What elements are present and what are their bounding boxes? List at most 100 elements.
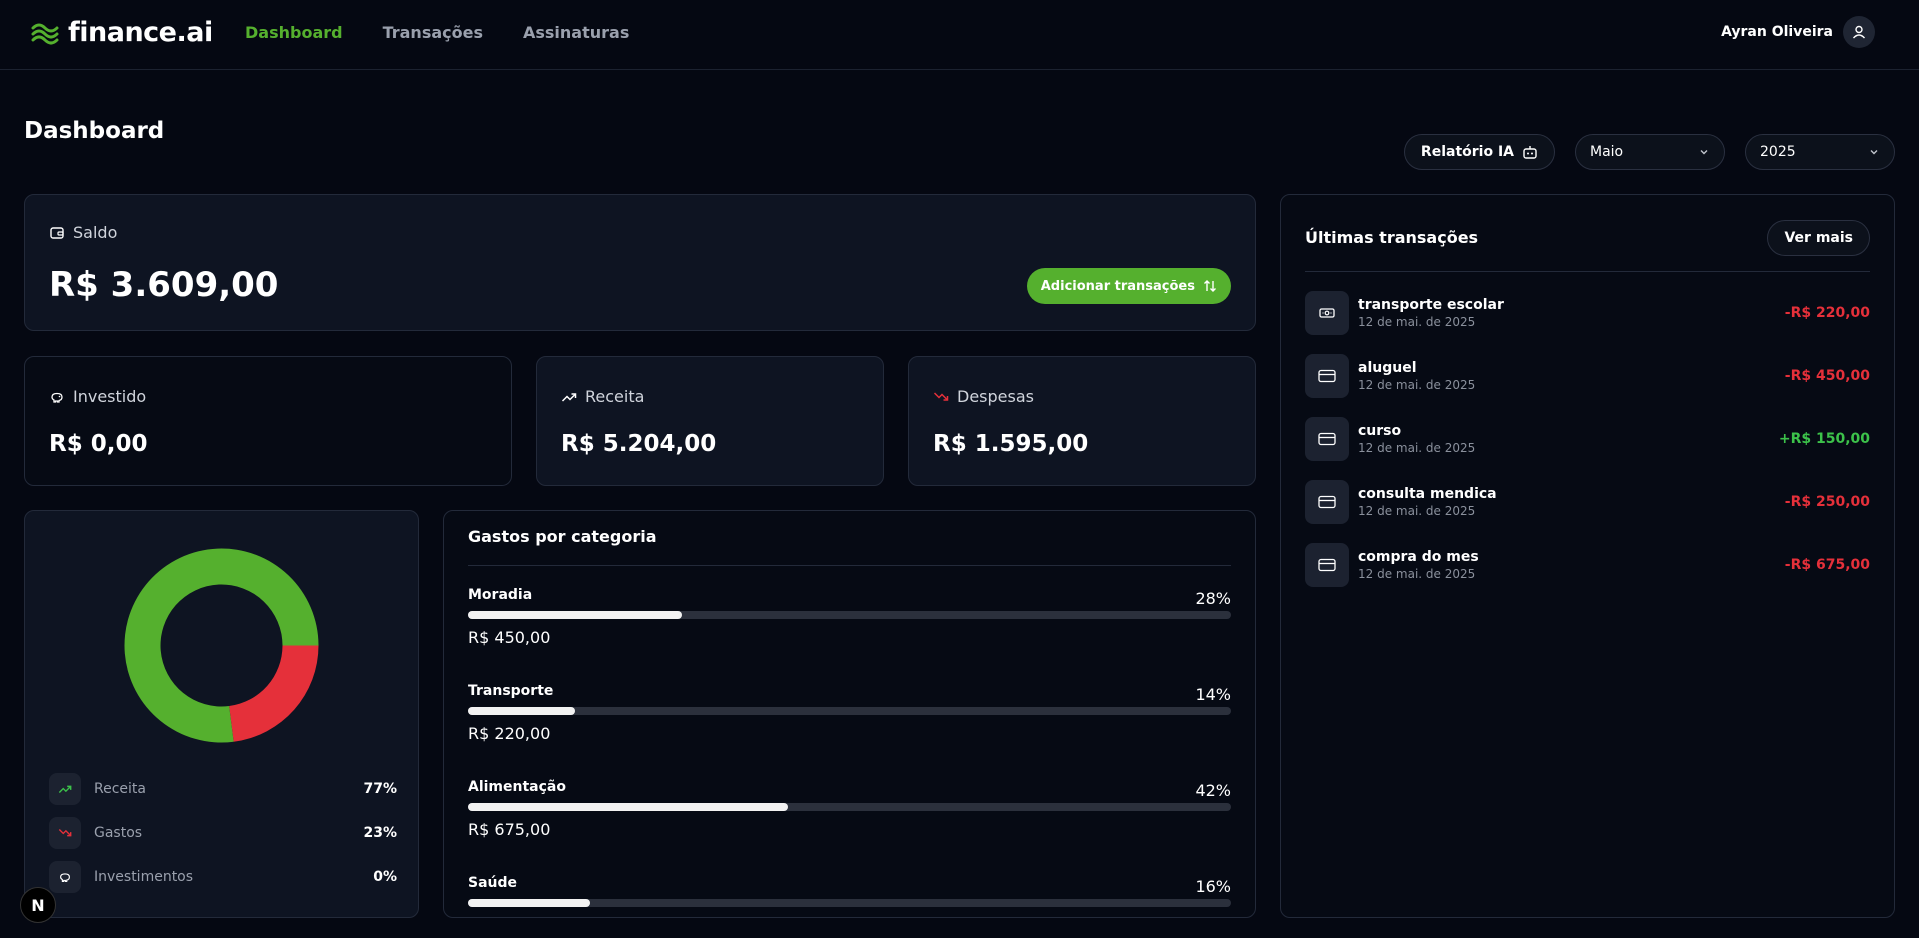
month-select-value: Maio — [1590, 144, 1624, 160]
user-menu[interactable]: Ayran Oliveira — [1721, 16, 1875, 48]
piggy-bank-icon — [51, 392, 63, 403]
progress-fill — [468, 611, 682, 619]
logo-icon — [30, 19, 60, 47]
transaction-date: 12 de mai. de 2025 — [1358, 441, 1476, 455]
category-spending-title: Gastos por categoria — [468, 527, 657, 546]
year-select[interactable]: 2025 — [1745, 134, 1895, 170]
expenses-card: Despesas R$ 1.595,00 — [908, 356, 1256, 486]
transaction-row[interactable]: aluguel 12 de mai. de 2025 -R$ 450,00 — [1305, 354, 1870, 398]
transaction-icon-box — [1305, 417, 1349, 461]
category-item: Transporte 14% R$ 220,00 — [468, 683, 1231, 779]
trending-up-icon — [561, 392, 577, 402]
category-percent: 16% — [1195, 877, 1231, 896]
expenses-label: Despesas — [957, 387, 1034, 406]
transaction-info: aluguel 12 de mai. de 2025 — [1358, 360, 1785, 392]
transaction-amount: -R$ 675,00 — [1784, 557, 1870, 573]
revenue-card: Receita R$ 5.204,00 — [536, 356, 884, 486]
transaction-icon-box — [1305, 480, 1349, 524]
logo-text: finance.ai — [68, 17, 213, 48]
category-name: Alimentação — [468, 779, 566, 795]
transaction-row[interactable]: curso 12 de mai. de 2025 +R$ 150,00 — [1305, 417, 1870, 461]
legend-percent: 23% — [363, 825, 397, 841]
transaction-row[interactable]: compra do mes 12 de mai. de 2025 -R$ 675… — [1305, 543, 1870, 587]
transaction-amount: +R$ 150,00 — [1778, 431, 1870, 447]
balance-label: Saldo — [73, 223, 118, 242]
expenses-label-row: Despesas — [933, 387, 1034, 406]
credit-card-icon — [1318, 495, 1336, 509]
nav-transactions[interactable]: Transações — [383, 23, 483, 42]
transaction-date: 12 de mai. de 2025 — [1358, 504, 1476, 518]
donut-slice-gastos — [229, 645, 319, 742]
donut-legend: Receita 77% Gastos 23% Investimentos 0% — [49, 773, 397, 905]
revenue-value: R$ 5.204,00 — [561, 431, 717, 457]
credit-card-icon — [1318, 558, 1336, 572]
chevron-down-icon — [1700, 150, 1708, 155]
transaction-info: curso 12 de mai. de 2025 — [1358, 423, 1779, 455]
donut-chart-card: Receita 77% Gastos 23% Investimentos 0% — [24, 510, 419, 918]
add-transaction-label: Adicionar transações — [1040, 278, 1195, 294]
transaction-list: transporte escolar 12 de mai. de 2025 -R… — [1305, 291, 1870, 606]
ai-report-label: Relatório IA — [1420, 144, 1514, 160]
progress-fill — [468, 707, 575, 715]
add-transaction-button[interactable]: Adicionar transações — [1026, 268, 1231, 304]
transaction-icon-box — [1305, 291, 1349, 335]
transaction-info: consulta mendica 12 de mai. de 2025 — [1358, 486, 1785, 518]
category-name: Saúde — [468, 875, 518, 891]
invested-label: Investido — [73, 387, 147, 406]
cash-icon — [1319, 308, 1335, 318]
category-item: Alimentação 42% R$ 675,00 — [468, 779, 1231, 875]
trending-down-icon — [58, 829, 72, 837]
revenue-label: Receita — [585, 387, 645, 406]
logo[interactable]: finance.ai — [30, 17, 213, 48]
avatar[interactable] — [1843, 16, 1875, 48]
progress-track — [468, 803, 1231, 811]
category-item: Saúde 16% — [468, 875, 1231, 917]
category-percent: 14% — [1195, 685, 1231, 704]
transaction-icon-box — [1305, 354, 1349, 398]
transaction-name: consulta mendica — [1358, 486, 1497, 502]
legend-row-revenue: Receita 77% — [49, 773, 397, 805]
transaction-icon-box — [1305, 543, 1349, 587]
nav-dashboard[interactable]: Dashboard — [245, 23, 343, 42]
credit-card-icon — [1318, 369, 1336, 383]
transaction-amount: -R$ 450,00 — [1784, 368, 1870, 384]
progress-track — [468, 899, 1231, 907]
transaction-row[interactable]: transporte escolar 12 de mai. de 2025 -R… — [1305, 291, 1870, 335]
ai-report-button[interactable]: Relatório IA — [1403, 134, 1555, 170]
trending-down-icon — [933, 391, 949, 401]
transaction-name: curso — [1358, 423, 1402, 439]
transaction-info: transporte escolar 12 de mai. de 2025 — [1358, 297, 1785, 329]
category-item: Moradia 28% R$ 450,00 — [468, 587, 1231, 683]
wallet-icon — [50, 226, 64, 239]
transaction-name: transporte escolar — [1358, 297, 1504, 313]
category-amount: R$ 675,00 — [468, 820, 551, 839]
category-list[interactable]: Moradia 28% R$ 450,00 Transporte 14% R$ … — [468, 587, 1231, 917]
progress-fill — [468, 899, 591, 907]
category-spending-card: Gastos por categoria Moradia 28% R$ 450,… — [443, 510, 1256, 918]
legend-icon-box — [49, 817, 81, 849]
transaction-date: 12 de mai. de 2025 — [1358, 567, 1476, 581]
year-select-value: 2025 — [1760, 144, 1796, 160]
piggy-bank-icon — [60, 873, 70, 882]
legend-row-expenses: Gastos 23% — [49, 817, 397, 849]
category-percent: 28% — [1195, 589, 1231, 608]
user-name: Ayran Oliveira — [1721, 24, 1833, 40]
balance-card: Saldo R$ 3.609,00 Adicionar transações — [24, 194, 1256, 331]
legend-icon-box — [49, 861, 81, 893]
legend-icon-box — [49, 773, 81, 805]
trending-up-icon — [58, 785, 72, 793]
bot-icon — [1523, 146, 1537, 159]
transaction-row[interactable]: consulta mendica 12 de mai. de 2025 -R$ … — [1305, 480, 1870, 524]
transaction-amount: -R$ 250,00 — [1784, 494, 1870, 510]
nextjs-dev-badge[interactable]: N — [20, 887, 56, 923]
month-select[interactable]: Maio — [1575, 134, 1725, 170]
category-name: Moradia — [468, 587, 533, 603]
progress-track — [468, 707, 1231, 715]
category-amount: R$ 450,00 — [468, 628, 551, 647]
nav-subscriptions[interactable]: Assinaturas — [523, 23, 629, 42]
legend-row-investments: Investimentos 0% — [49, 861, 397, 893]
user-icon — [1852, 25, 1866, 39]
progress-track — [468, 611, 1231, 619]
transaction-date: 12 de mai. de 2025 — [1358, 378, 1476, 392]
see-more-button[interactable]: Ver mais — [1767, 220, 1870, 256]
